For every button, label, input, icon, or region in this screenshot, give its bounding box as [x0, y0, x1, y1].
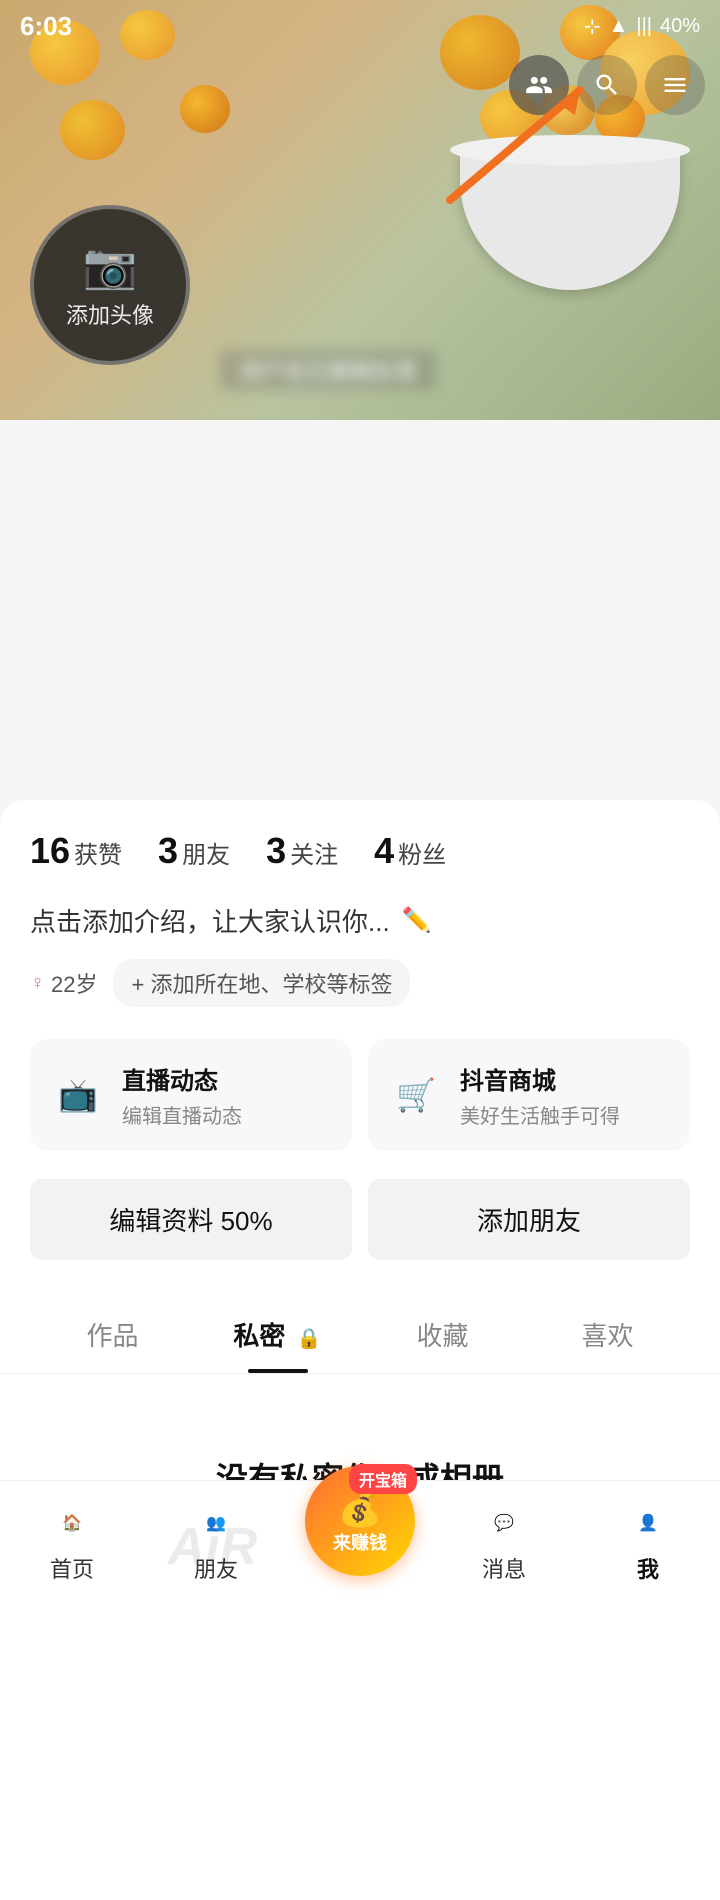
stat-likes[interactable]: 16 获赞 [30, 830, 122, 872]
age-tag: ♀ 22岁 [30, 967, 97, 999]
messages-icon: 💬 [479, 1498, 529, 1548]
me-icon: 👤 [623, 1498, 673, 1548]
camera-icon: 📷 [83, 240, 138, 292]
tab-collections-label: 收藏 [416, 1321, 468, 1351]
battery-indicator: 40% [660, 15, 700, 38]
live-card[interactable]: 📺 直播动态 编辑直播动态 [30, 1039, 352, 1151]
air-watermark: AiR [152, 1493, 273, 1600]
status-icons: ⊹ ▲ ||| 40% [584, 14, 700, 39]
stat-followers[interactable]: 4 粉丝 [374, 830, 446, 872]
age-text: 22岁 [51, 967, 97, 999]
stats-row: 16 获赞 3 朋友 3 关注 4 粉丝 [30, 830, 690, 872]
add-avatar-button[interactable]: 📷 添加头像 [30, 205, 190, 365]
arrow-annotation [420, 60, 620, 225]
shop-title: 抖音商城 [460, 1061, 620, 1096]
fruit-decoration [180, 85, 230, 133]
tab-likes-label: 喜欢 [581, 1321, 633, 1351]
tab-works[interactable]: 作品 [30, 1296, 195, 1373]
tab-likes[interactable]: 喜欢 [525, 1296, 690, 1373]
menu-button[interactable] [645, 55, 705, 115]
add-tag-label: + 添加所在地、学校等标签 [131, 967, 392, 999]
nav-home-label: 首页 [50, 1552, 94, 1584]
shop-icon: 🛒 [388, 1067, 444, 1123]
tab-works-label: 作品 [86, 1321, 138, 1351]
add-tag-button[interactable]: + 添加所在地、学校等标签 [113, 959, 410, 1007]
shop-sub: 美好生活触手可得 [460, 1100, 620, 1129]
likes-count: 16 [30, 830, 70, 872]
following-count: 3 [266, 830, 286, 872]
profile-banner: 📷 添加头像 用户名已模糊处理 [0, 0, 720, 420]
nav-me[interactable]: 👤 我 [576, 1498, 720, 1584]
bottom-nav: 🏠 首页 👥 朋友 开宝箱 💰 来赚钱 💬 消息 👤 我 [0, 1480, 720, 1600]
tab-private-label: 私密 [233, 1321, 285, 1351]
nav-me-label: 我 [637, 1552, 659, 1584]
earn-circle: 开宝箱 💰 来赚钱 [305, 1466, 415, 1576]
action-buttons: 编辑资料 50% 添加朋友 [30, 1179, 690, 1260]
following-label: 关注 [290, 835, 338, 870]
friends-count: 3 [158, 830, 178, 872]
add-friend-button[interactable]: 添加朋友 [368, 1179, 690, 1260]
tags-row: ♀ 22岁 + 添加所在地、学校等标签 [30, 959, 690, 1007]
home-icon: 🏠 [47, 1498, 97, 1548]
live-info: 直播动态 编辑直播动态 [122, 1061, 242, 1129]
nav-earn[interactable]: 开宝箱 💰 来赚钱 [288, 1466, 432, 1576]
username-area: 用户名已模糊处理 [220, 350, 436, 390]
edit-bio-icon: ✏️ [402, 906, 432, 935]
likes-label: 获赞 [74, 835, 122, 870]
stat-following[interactable]: 3 关注 [266, 830, 338, 872]
fruit-decoration [60, 100, 125, 160]
friends-label: 朋友 [182, 835, 230, 870]
feature-cards: 📺 直播动态 编辑直播动态 🛒 抖音商城 美好生活触手可得 [30, 1039, 690, 1151]
avatar-section[interactable]: 📷 添加头像 [30, 205, 190, 365]
stat-friends[interactable]: 3 朋友 [158, 830, 230, 872]
live-sub: 编辑直播动态 [122, 1100, 242, 1129]
gender-icon: ♀ [30, 972, 45, 995]
earn-badge: 开宝箱 [349, 1464, 417, 1494]
bio-section[interactable]: 点击添加介绍，让大家认识你... ✏️ [30, 902, 690, 939]
lock-icon: 🔒 [297, 1328, 322, 1350]
bio-text: 点击添加介绍，让大家认识你... [30, 902, 390, 939]
tabs-row: 作品 私密 🔒 收藏 喜欢 [0, 1296, 720, 1374]
bluetooth-icon: ⊹ [584, 14, 601, 39]
edit-profile-button[interactable]: 编辑资料 50% [30, 1179, 352, 1260]
live-icon: 📺 [50, 1067, 106, 1123]
tab-collections[interactable]: 收藏 [360, 1296, 525, 1373]
followers-count: 4 [374, 830, 394, 872]
tab-private[interactable]: 私密 🔒 [195, 1296, 360, 1373]
followers-label: 粉丝 [398, 835, 446, 870]
wifi-icon: ▲ [609, 15, 629, 38]
shop-info: 抖音商城 美好生活触手可得 [460, 1061, 620, 1129]
status-bar: 6:03 ⊹ ▲ ||| 40% [0, 0, 720, 52]
main-content: 16 获赞 3 朋友 3 关注 4 粉丝 点击添加介绍，让大家认识你... ✏️… [0, 800, 720, 1900]
shop-card[interactable]: 🛒 抖音商城 美好生活触手可得 [368, 1039, 690, 1151]
status-time: 6:03 [20, 11, 72, 42]
earn-text: 来赚钱 [333, 1529, 387, 1555]
nav-messages[interactable]: 💬 消息 [432, 1498, 576, 1584]
add-avatar-label: 添加头像 [66, 298, 154, 330]
signal-icon: ||| [636, 15, 652, 38]
nav-home[interactable]: 🏠 首页 [0, 1498, 144, 1584]
live-title: 直播动态 [122, 1061, 242, 1096]
nav-messages-label: 消息 [482, 1552, 526, 1584]
